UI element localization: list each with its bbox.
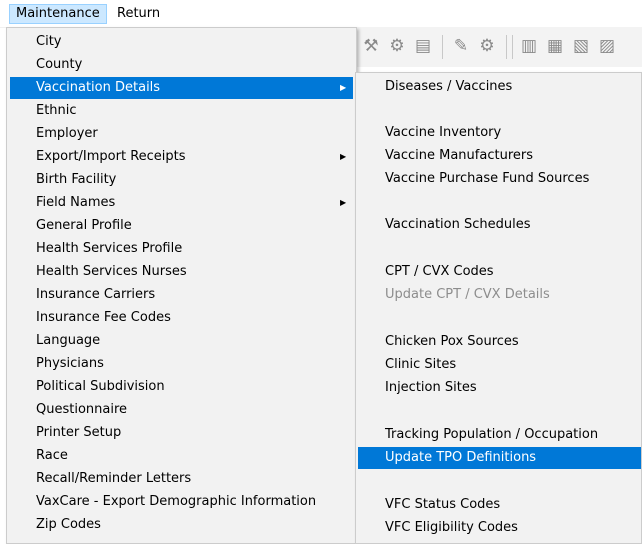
menu-item-health-services-nurses[interactable]: Health Services Nurses <box>10 261 353 283</box>
submenu-item-injection-sites[interactable]: Injection Sites <box>358 377 641 399</box>
menu-item-political-subdivision[interactable]: Political Subdivision <box>10 376 353 398</box>
menu-item-export-import-receipts[interactable]: Export/Import Receipts ▶ <box>10 146 353 168</box>
menu-item-insurance-carriers[interactable]: Insurance Carriers <box>10 284 353 306</box>
menu-item-field-names[interactable]: Field Names ▶ <box>10 192 353 214</box>
menu-item-race[interactable]: Race <box>10 445 353 467</box>
submenu-item-diseases-vaccines[interactable]: Diseases / Vaccines <box>358 76 641 98</box>
toolbar-separator <box>506 35 507 59</box>
submenu-item-clinic-sites[interactable]: Clinic Sites <box>358 354 641 376</box>
menu-item-general-profile[interactable]: General Profile <box>10 215 353 237</box>
submenu-item-update-tpo-definitions[interactable]: Update TPO Definitions <box>358 447 641 469</box>
submenu-item-update-cpt-cvx-details: Update CPT / CVX Details <box>385 287 550 302</box>
menu-item-city[interactable]: City <box>10 31 353 53</box>
submenu-arrow-icon: ▶ <box>340 152 347 161</box>
gear-icon[interactable]: ⚙ <box>386 35 408 57</box>
menu-maintenance[interactable]: Maintenance <box>9 4 107 24</box>
maintenance-dropdown-menu: City County Vaccination Details ▶ Ethnic … <box>6 27 357 544</box>
menu-item-county[interactable]: County <box>10 54 353 76</box>
menu-item-health-services-profile[interactable]: Health Services Profile <box>10 238 353 260</box>
sliders-icon[interactable]: ✎ <box>450 35 472 57</box>
menu-bar: Maintenance Return <box>0 0 642 28</box>
submenu-item-vaccine-purchase-fund-sources[interactable]: Vaccine Purchase Fund Sources <box>358 168 641 190</box>
submenu-item-vfc-eligibility-codes[interactable]: VFC Eligibility Codes <box>358 517 641 539</box>
submenu-item-vaccination-schedules[interactable]: Vaccination Schedules <box>358 214 641 236</box>
submenu-item-vfc-status-codes[interactable]: VFC Status Codes <box>358 494 641 516</box>
menu-item-physicians[interactable]: Physicians <box>10 353 353 375</box>
toolbar-separator <box>512 35 513 59</box>
submenu-item-chicken-pox-sources[interactable]: Chicken Pox Sources <box>358 331 641 353</box>
menu-item-employer[interactable]: Employer <box>10 123 353 145</box>
align-bottom-icon[interactable]: ▨ <box>596 35 618 57</box>
vaccination-details-submenu: Diseases / Vaccines Vaccine Inventory Va… <box>355 72 642 544</box>
menu-item-vaxcare-export[interactable]: VaxCare - Export Demographic Information <box>10 491 353 513</box>
submenu-item-vaccine-inventory[interactable]: Vaccine Inventory <box>358 122 641 144</box>
submenu-item-vaccine-manufacturers[interactable]: Vaccine Manufacturers <box>358 145 641 167</box>
menu-return[interactable]: Return <box>111 4 166 24</box>
align-icon[interactable]: ▤ <box>412 35 434 57</box>
align-top-icon[interactable]: ▧ <box>570 35 592 57</box>
menu-item-questionnaire[interactable]: Questionnaire <box>10 399 353 421</box>
submenu-arrow-icon: ▶ <box>340 198 347 207</box>
toolbar: ⚒ ⚙ ▤ ✎ ⚙ ▥ ▦ ▧ ▨ <box>350 27 642 67</box>
menu-item-language[interactable]: Language <box>10 330 353 352</box>
menu-item-printer-setup[interactable]: Printer Setup <box>10 422 353 444</box>
menu-item-recall-reminder-letters[interactable]: Recall/Reminder Letters <box>10 468 353 490</box>
toolbar-separator <box>442 35 443 59</box>
submenu-item-cpt-cvx-codes[interactable]: CPT / CVX Codes <box>358 261 641 283</box>
menu-item-vaccination-details[interactable]: Vaccination Details ▶ <box>10 77 353 99</box>
submenu-item-tracking-population-occupation[interactable]: Tracking Population / Occupation <box>358 424 641 446</box>
tools-icon[interactable]: ⚒ <box>360 35 382 57</box>
align-left-icon[interactable]: ▥ <box>518 35 540 57</box>
menu-item-birth-facility[interactable]: Birth Facility <box>10 169 353 191</box>
menu-item-ethnic[interactable]: Ethnic <box>10 100 353 122</box>
align-right-icon[interactable]: ▦ <box>544 35 566 57</box>
menu-item-insurance-fee-codes[interactable]: Insurance Fee Codes <box>10 307 353 329</box>
menu-item-zip-codes[interactable]: Zip Codes <box>10 514 353 536</box>
settings-icon[interactable]: ⚙ <box>476 35 498 57</box>
submenu-arrow-icon: ▶ <box>340 83 347 92</box>
